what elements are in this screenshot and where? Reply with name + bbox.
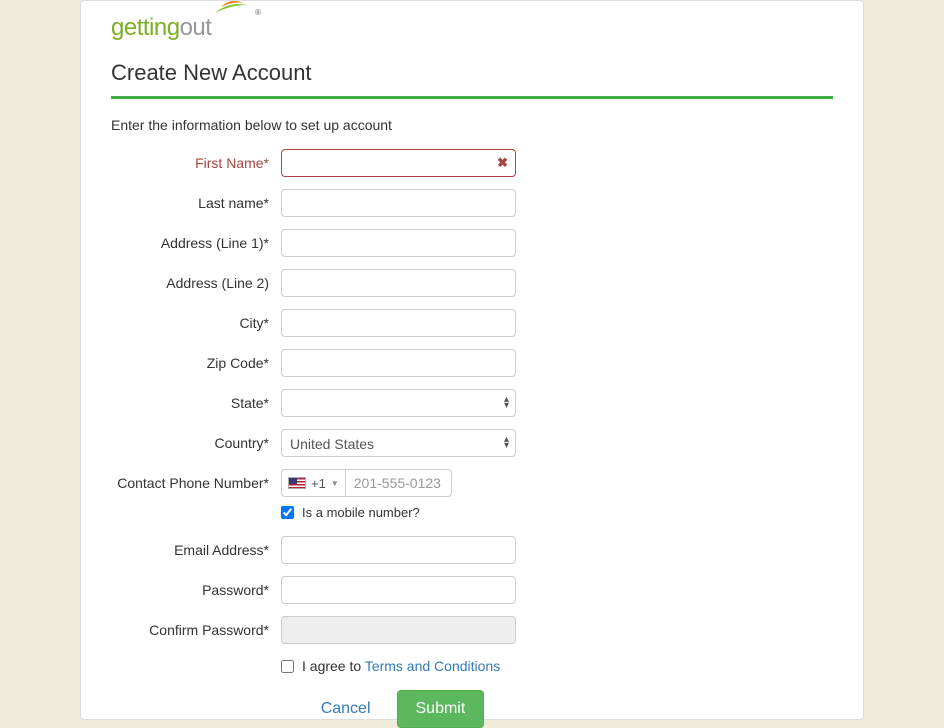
email-input[interactable]: [281, 536, 516, 564]
address1-input[interactable]: [281, 229, 516, 257]
phone-group: +1 ▼: [281, 469, 452, 497]
logo-text-out: out: [180, 14, 213, 41]
label-city: City*: [111, 315, 281, 331]
mobile-checkbox-label: Is a mobile number?: [302, 505, 420, 520]
brand-logo-svg: gettingout ®: [111, 1, 281, 46]
logo-swoosh-icon: [215, 4, 247, 13]
zip-input[interactable]: [281, 349, 516, 377]
password-input[interactable]: [281, 576, 516, 604]
label-confirm-password: Confirm Password*: [111, 622, 281, 638]
label-address2: Address (Line 2): [111, 275, 281, 291]
svg-text:gettingout: gettingout: [111, 14, 212, 41]
cancel-button[interactable]: Cancel: [313, 690, 379, 728]
row-address2: Address (Line 2): [111, 269, 833, 297]
row-phone: Contact Phone Number* +1 ▼: [111, 469, 833, 497]
city-input[interactable]: [281, 309, 516, 337]
label-last-name: Last name*: [111, 195, 281, 211]
address2-input[interactable]: [281, 269, 516, 297]
brand-logo: gettingout ®: [111, 1, 833, 46]
terms-checkbox[interactable]: [281, 660, 294, 673]
label-address1: Address (Line 1)*: [111, 235, 281, 251]
last-name-input[interactable]: [281, 189, 516, 217]
mobile-checkbox[interactable]: [281, 506, 294, 519]
row-email: Email Address*: [111, 536, 833, 564]
first-name-input[interactable]: [281, 149, 516, 177]
account-card: gettingout ® Create New Account Enter th…: [80, 0, 864, 720]
state-select[interactable]: [281, 389, 516, 417]
label-phone: Contact Phone Number*: [111, 475, 281, 491]
phone-country-selector[interactable]: +1 ▼: [281, 469, 345, 497]
label-zip: Zip Code*: [111, 355, 281, 371]
actions-row: Cancel Submit: [281, 690, 833, 728]
label-country: Country*: [111, 435, 281, 451]
row-mobile-check: Is a mobile number?: [281, 505, 833, 520]
terms-link[interactable]: Terms and Conditions: [365, 658, 500, 674]
row-state: State* ▴▾: [111, 389, 833, 417]
row-zip: Zip Code*: [111, 349, 833, 377]
label-state: State*: [111, 395, 281, 411]
terms-text: I agree to Terms and Conditions: [302, 658, 500, 674]
country-select[interactable]: United States: [281, 429, 516, 457]
row-terms: I agree to Terms and Conditions: [281, 658, 833, 674]
row-address1: Address (Line 1)*: [111, 229, 833, 257]
label-email: Email Address*: [111, 542, 281, 558]
registered-mark: ®: [255, 8, 261, 17]
confirm-password-input[interactable]: [281, 616, 516, 644]
row-city: City*: [111, 309, 833, 337]
country-select-wrap: United States ▴▾: [281, 429, 516, 457]
label-password: Password*: [111, 582, 281, 598]
actions-wrap: Cancel Submit: [281, 690, 516, 728]
chevron-down-icon: ▼: [331, 479, 339, 488]
row-password: Password*: [111, 576, 833, 604]
us-flag-icon: [288, 477, 306, 489]
logo-text-getting: getting: [111, 14, 180, 41]
label-first-name: First Name*: [111, 155, 281, 171]
row-country: Country* United States ▴▾: [111, 429, 833, 457]
state-select-wrap: ▴▾: [281, 389, 516, 417]
page-title: Create New Account: [111, 60, 833, 99]
first-name-wrap: ✖: [281, 149, 516, 177]
phone-input[interactable]: [345, 469, 452, 497]
row-first-name: First Name* ✖: [111, 149, 833, 177]
row-last-name: Last name*: [111, 189, 833, 217]
instruction-text: Enter the information below to set up ac…: [111, 117, 833, 133]
terms-prefix: I agree to: [302, 658, 365, 674]
phone-prefix-code: +1: [311, 476, 326, 491]
row-confirm-password: Confirm Password*: [111, 616, 833, 644]
submit-button[interactable]: Submit: [397, 690, 485, 728]
